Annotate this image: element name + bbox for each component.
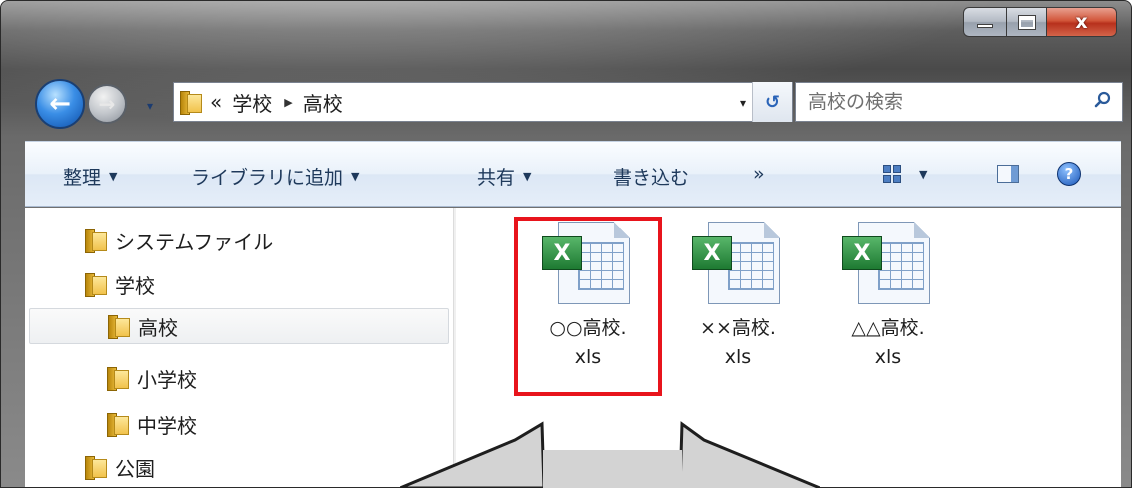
folder-icon [85,273,107,297]
more-commands-button[interactable]: » [753,163,765,185]
minimize-icon [977,24,993,28]
excel-badge: X [692,236,732,270]
maximize-button[interactable] [1007,7,1047,37]
breadcrumb-item-high-school[interactable]: 高校 [303,88,343,117]
tree-item-park[interactable]: 公園 [85,452,155,482]
burn-button[interactable]: 書き込む [613,163,689,190]
maximize-icon [1017,14,1036,30]
close-icon: x [1075,11,1088,33]
breadcrumb-overflow[interactable]: « [210,90,222,114]
add-to-library-dropdown-icon: ▼ [351,170,360,183]
folder-icon [107,367,129,391]
forward-button[interactable]: → [87,84,127,124]
address-bar[interactable]: « 学校 ▶ 高校 ▾ ↺ [173,82,793,122]
forward-arrow-icon: → [98,92,116,116]
breadcrumb-separator-icon[interactable]: ▶ [284,96,292,109]
folder-icon [85,456,107,480]
tree-item-school[interactable]: 学校 [85,266,155,302]
refresh-button[interactable]: ↺ [752,82,792,122]
search-box [795,82,1123,122]
file-name-line1: ××高校. [700,317,776,339]
callout-bubble [400,421,820,488]
file-item-batsubatsu-high-school[interactable]: X ××高校. xls [668,222,808,372]
excel-file-icon: X [688,222,788,304]
navigation-pane: システムファイル 学校 高校 小学校 中学校 公園 ▲ ≡ ▼ [25,208,479,487]
back-button[interactable]: ← [35,79,85,129]
help-icon: ? [1057,162,1081,186]
search-icon[interactable] [1094,91,1112,109]
excel-file-icon: X [838,222,938,304]
share-menu[interactable]: 共有 ▼ [477,163,531,190]
tree-item-label: システムファイル [115,229,274,254]
share-dropdown-icon: ▼ [523,170,532,183]
file-name-line1: △△高校. [851,317,925,339]
organize-label: 整理 [63,167,102,189]
tree-item-elementary-school[interactable]: 小学校 [107,360,197,396]
organize-menu[interactable]: 整理 ▼ [63,163,117,190]
address-dropdown-icon[interactable]: ▾ [740,96,746,110]
navigation-row: ← → ▾ « 学校 ▶ 高校 ▾ ↺ [25,75,1123,129]
tree-item-system-files[interactable]: システムファイル [85,222,273,258]
change-view-button[interactable]: ▼ [883,165,927,183]
close-button[interactable]: x [1047,7,1117,37]
preview-pane-icon [997,165,1019,183]
minimize-button[interactable] [963,7,1007,37]
folder-icon [108,315,130,339]
more-commands-icon: » [753,163,765,185]
tree-item-label: 高校 [138,315,178,340]
search-input[interactable] [808,91,1078,113]
folder-icon [107,413,129,437]
file-name-line2: xls [874,346,902,368]
excel-badge: X [842,236,882,270]
tree-item-label: 小学校 [137,367,197,392]
organize-dropdown-icon: ▼ [109,170,118,183]
view-tiles-icon [883,165,901,183]
share-label: 共有 [477,167,516,189]
recent-pages-button[interactable]: ▾ [147,99,153,113]
file-name: △△高校. xls [851,314,924,372]
folder-icon [180,91,202,115]
preview-pane-button[interactable] [997,165,1019,183]
folder-icon [85,229,107,253]
tree-item-label: 中学校 [137,413,197,438]
command-bar: 整理 ▼ ライブラリに追加 ▼ 共有 ▼ 書き込む » ▼ ? [25,141,1121,207]
file-name: ××高校. xls [700,314,776,372]
file-item-sankaku-high-school[interactable]: X △△高校. xls [818,222,958,372]
back-arrow-icon: ← [49,89,71,119]
add-to-library-label: ライブラリに追加 [191,167,344,189]
tree-item-high-school[interactable]: 高校 [29,308,449,344]
tree-item-label: 公園 [115,456,155,481]
burn-label: 書き込む [613,167,690,189]
tree-item-label: 学校 [115,273,155,298]
help-button[interactable]: ? [1057,162,1081,186]
breadcrumb-item-school[interactable]: 学校 [232,88,272,117]
caption-buttons: x [963,7,1117,37]
file-name-line2: xls [724,346,752,368]
tree-item-junior-high-school[interactable]: 中学校 [107,406,197,442]
view-dropdown-icon: ▼ [919,167,928,181]
highlight-box [514,217,662,396]
add-to-library-menu[interactable]: ライブラリに追加 ▼ [191,163,359,190]
